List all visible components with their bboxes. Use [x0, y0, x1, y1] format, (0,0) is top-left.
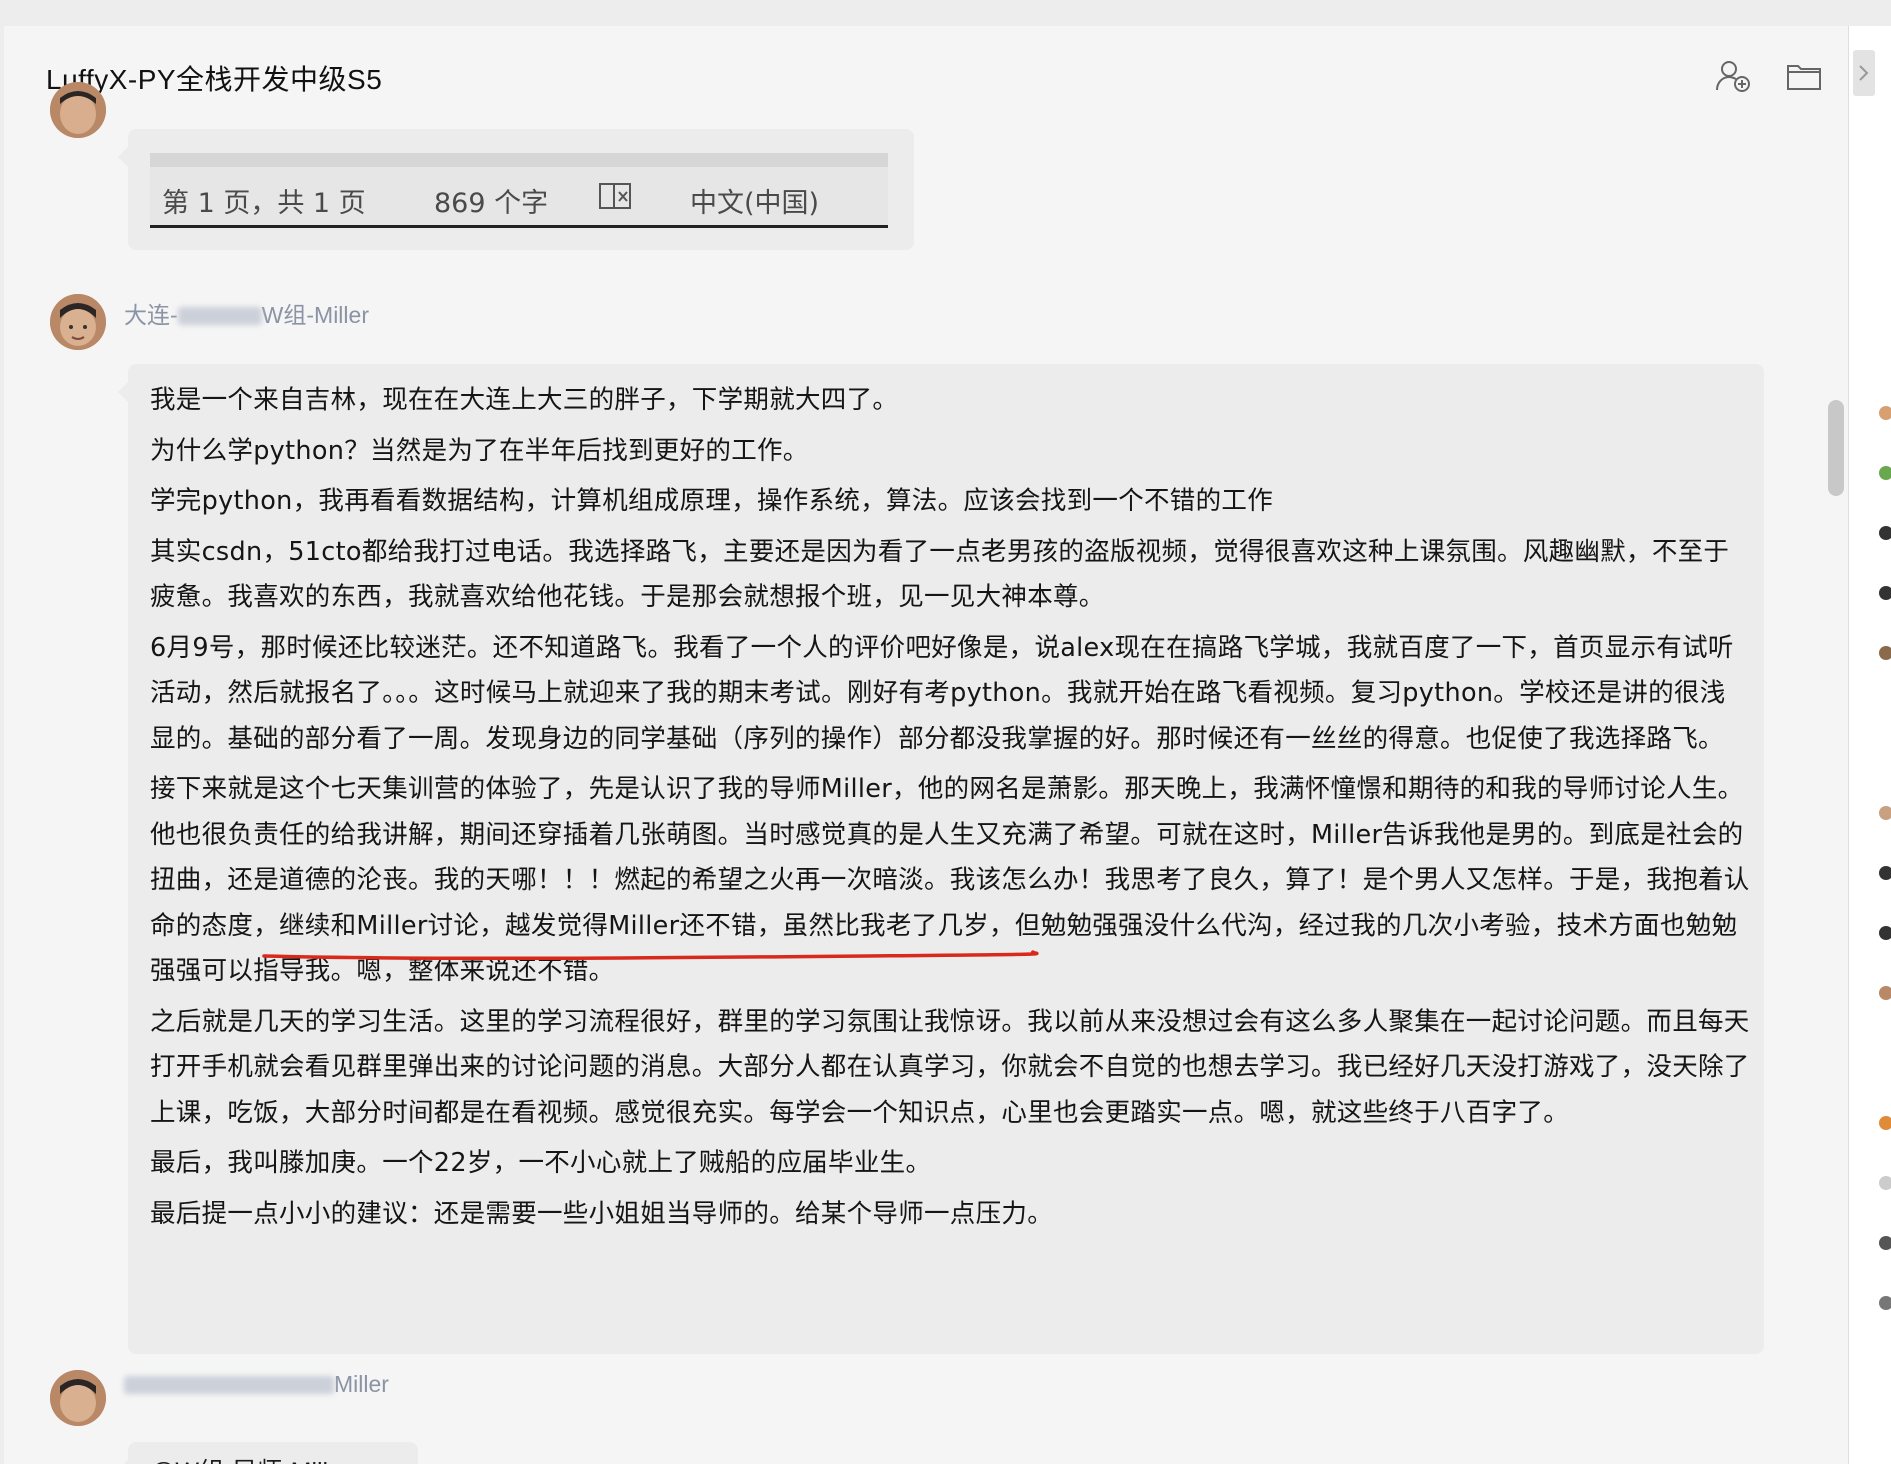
sender-name-suffix: Miller — [334, 1371, 389, 1397]
contact-avatar-fragment[interactable] — [1879, 1296, 1891, 1310]
message-text: @W组-导师-Miller — [150, 1452, 350, 1464]
language-text: 中文(中国) — [690, 188, 820, 219]
book-check-icon — [598, 181, 636, 215]
chat-window: LuffyX-PY全栈开发中级S5 第 1 页，共 1 页 869 个字 中文(… — [4, 26, 1852, 1464]
message-bubble[interactable]: @W组-导师-Miller — [118, 1442, 418, 1464]
contact-avatar-fragment[interactable] — [1879, 586, 1891, 600]
contact-avatar-fragment[interactable] — [1879, 806, 1891, 820]
word-count-text: 869 个字 — [434, 188, 549, 219]
contact-avatar-fragment[interactable] — [1879, 466, 1891, 480]
message-paragraph: 其实csdn，51cto都给我打过电话。我选择路飞，主要还是因为看了一点老男孩的… — [150, 536, 1730, 613]
avatar[interactable] — [50, 82, 106, 138]
page-count-text: 第 1 页，共 1 页 — [162, 188, 366, 219]
contact-avatar-fragment[interactable] — [1879, 1116, 1891, 1130]
message-paragraph: 最后，我叫滕加庚。一个22岁，一不小心就上了贼船的应届毕业生。 — [150, 1148, 932, 1178]
contact-avatar-fragment[interactable] — [1879, 866, 1891, 880]
image-message-bubble[interactable]: 第 1 页，共 1 页 869 个字 中文(中国) — [118, 129, 914, 250]
message-paragraph: 6月9号，那时候还比较迷茫。还不知道路飞。我看了一个人的评价吧好像是，说alex… — [150, 632, 1734, 754]
avatar[interactable] — [50, 1370, 106, 1426]
message-text: 我是一个来自吉林，现在在大连上大三的胖子，下学期就大四了。 为什么学python… — [150, 378, 1750, 1242]
folder-icon[interactable] — [1784, 56, 1824, 96]
blurred-name — [124, 1376, 334, 1394]
collapse-panel-button[interactable] — [1853, 50, 1875, 96]
message-paragraph: 我是一个来自吉林，现在在大连上大三的胖子，下学期就大四了。 — [150, 385, 899, 415]
status-bar-divider — [150, 153, 888, 167]
contact-avatar-fragment[interactable] — [1879, 1236, 1891, 1250]
word-status-bar-image[interactable]: 第 1 页，共 1 页 869 个字 中文(中国) — [150, 153, 888, 228]
sender-name[interactable]: Miller — [124, 1371, 389, 1398]
contact-avatar-fragment[interactable] — [1879, 1176, 1891, 1190]
message-paragraph: 最后提一点小小的建议：还是需要一些小姐姐当导师的。给某个导师一点压力。 — [150, 1198, 1054, 1229]
contact-avatar-fragment[interactable] — [1879, 926, 1891, 940]
chevron-right-icon — [1859, 65, 1869, 81]
message-bubble[interactable]: 我是一个来自吉林，现在在大连上大三的胖子，下学期就大四了。 为什么学python… — [118, 364, 1764, 1354]
message-paragraph: 之后就是几天的学习生活。这里的学习流程很好，群里的学习氛围让我惊讶。我以前从来没… — [150, 1006, 1750, 1128]
message-paragraph: 为什么学python？当然是为了在半年后找到更好的工作。 — [150, 435, 809, 466]
sender-name-suffix: W组-Miller — [261, 302, 369, 328]
message-paragraph: 学完python，我再看看数据结构，计算机组成原理，操作系统，算法。应该会找到一… — [150, 486, 1274, 516]
contact-avatar-fragment[interactable] — [1879, 406, 1891, 420]
contacts-side-panel — [1848, 26, 1891, 1464]
chat-header: LuffyX-PY全栈开发中级S5 — [4, 26, 1852, 124]
scrollbar-thumb[interactable] — [1828, 400, 1844, 496]
contact-avatar-fragment[interactable] — [1879, 646, 1891, 660]
add-member-icon[interactable] — [1713, 56, 1753, 96]
blurred-name — [177, 307, 262, 325]
contact-avatar-fragment[interactable] — [1879, 526, 1891, 540]
avatar[interactable] — [50, 294, 106, 350]
message-paragraph: 接下来就是这个七天集训营的体验了，先是认识了我的导师Miller，他的网名是萧影… — [150, 774, 1750, 986]
contact-avatar-fragment[interactable] — [1879, 986, 1891, 1000]
sender-name-prefix: 大连- — [124, 302, 178, 328]
sender-name[interactable]: 大连- W组-Miller — [124, 296, 369, 330]
